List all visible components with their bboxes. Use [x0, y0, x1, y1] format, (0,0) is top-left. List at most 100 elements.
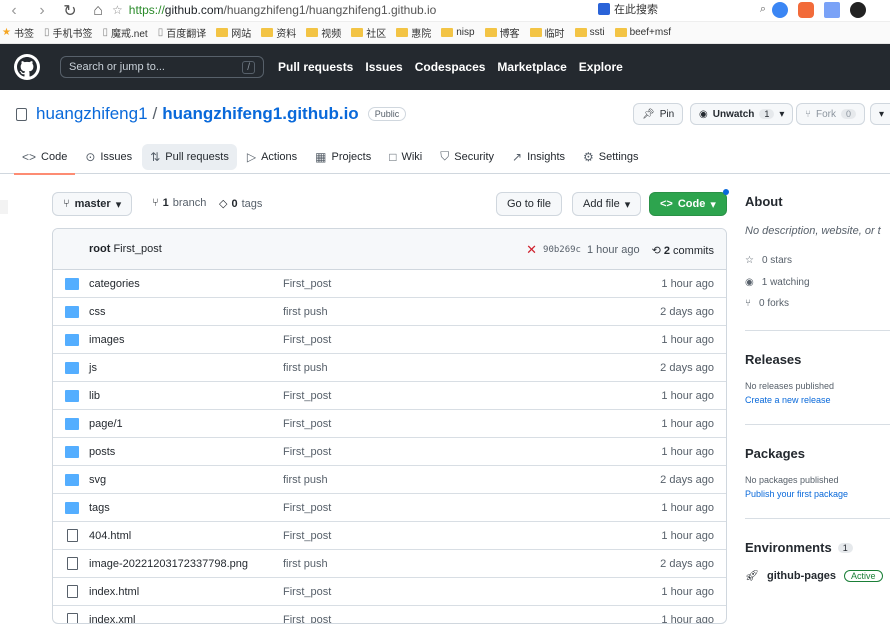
github-logo-icon[interactable] [14, 54, 40, 80]
tab-code[interactable]: <> Code [14, 144, 76, 175]
tab-issues[interactable]: ⊙ Issues [77, 144, 140, 170]
file-row[interactable]: css first push 2 days ago [53, 298, 726, 326]
reload-icon[interactable]: ↻ [56, 1, 84, 21]
tab-pull-requests[interactable]: ⇅ Pull requests [142, 143, 237, 170]
create-release-link[interactable]: Create a new release [745, 395, 831, 405]
file-row[interactable]: 404.html First_post 1 hour ago [53, 522, 726, 550]
forks-link[interactable]: ⑂ 0 forks [745, 298, 789, 309]
bookmark-item[interactable]: 资料 [261, 25, 296, 40]
home-icon[interactable]: ⌂ [84, 2, 112, 20]
file-row[interactable]: image-20221203172337798.png first push 2 d… [53, 550, 726, 578]
failed-status-icon[interactable]: ✕ [526, 242, 537, 258]
file-commit-message[interactable]: First_post [283, 390, 331, 402]
bookmark-item[interactable]: 网站 [216, 25, 251, 40]
file-name-link[interactable]: index.html [89, 586, 139, 598]
header-nav-explore[interactable]: Explore [579, 60, 623, 74]
file-name-link[interactable]: images [89, 334, 124, 346]
environment-item[interactable]: 🚀︎ github-pages Active [745, 569, 883, 582]
unwatch-button[interactable]: ◉ Unwatch 1 ▾ [690, 103, 794, 125]
commits-link[interactable]: ⟲ 2 commits [652, 244, 714, 257]
bookmark-item[interactable]: 临时 [529, 25, 565, 40]
go-to-file-button[interactable]: Go to file [496, 192, 563, 216]
file-name-link[interactable]: page/1 [89, 418, 123, 430]
header-nav-marketplace[interactable]: Marketplace [497, 60, 566, 74]
file-row[interactable]: images First_post 1 hour ago [53, 326, 726, 354]
file-commit-message[interactable]: first push [283, 306, 328, 318]
header-nav-codespaces[interactable]: Codespaces [415, 60, 486, 74]
environments-title[interactable]: Environments 1 [745, 540, 853, 555]
file-row[interactable]: index.html First_post 1 hour ago [53, 578, 726, 606]
commit-author[interactable]: root [89, 243, 110, 255]
file-commit-message[interactable]: First_post [283, 446, 331, 458]
header-nav-pull-requests[interactable]: Pull requests [278, 60, 353, 74]
file-row[interactable]: page/1 First_post 1 hour ago [53, 410, 726, 438]
file-row[interactable]: categories First_post 1 hour ago [53, 270, 726, 298]
file-name-link[interactable]: svg [89, 474, 106, 486]
file-name-link[interactable]: 404.html [89, 530, 131, 542]
bookmark-item[interactable]: 视频 [306, 25, 341, 40]
file-name-link[interactable]: index.xml [89, 614, 135, 623]
extension-icon[interactable] [772, 2, 788, 18]
repo-owner-link[interactable]: huangzhifeng1 [36, 104, 148, 124]
file-row[interactable]: tags First_post 1 hour ago [53, 494, 726, 522]
file-commit-message[interactable]: First_post [283, 278, 331, 290]
address-bar[interactable]: ☆ https://github.com/huangzhifeng1/huang… [112, 0, 588, 20]
forward-arrow-icon[interactable]: › [28, 2, 56, 20]
bookmark-item[interactable]: ssti [574, 27, 605, 38]
tab-actions[interactable]: ▷ Actions [239, 144, 305, 170]
extension-icon[interactable] [798, 2, 814, 18]
file-name-link[interactable]: categories [89, 278, 140, 290]
file-commit-message[interactable]: First_post [283, 334, 331, 346]
search-icon[interactable]: ⌕ [760, 3, 766, 16]
bookmark-item[interactable]: 博客 [484, 25, 520, 40]
add-file-button[interactable]: Add file ▾ [572, 192, 642, 216]
branches-link[interactable]: ⑂ 1 branch [152, 197, 206, 209]
header-nav-issues[interactable]: Issues [365, 60, 402, 74]
file-commit-message[interactable]: First_post [283, 502, 331, 514]
file-commit-message[interactable]: First_post [283, 418, 331, 430]
file-commit-message[interactable]: First_post [283, 586, 331, 598]
fork-button[interactable]: ⑂ Fork 0 [796, 103, 866, 125]
browser-search-input[interactable]: 在此搜索 [614, 1, 658, 17]
bookmark-item[interactable]: ▯ 手机书签 [44, 25, 93, 40]
file-row[interactable]: posts First_post 1 hour ago [53, 438, 726, 466]
github-search-input[interactable]: Search or jump to... / [60, 56, 264, 78]
file-commit-message[interactable]: First_post [283, 530, 331, 542]
tab-security[interactable]: ⛉ Security [432, 144, 502, 170]
bookmark-star-icon[interactable]: ☆ [112, 3, 123, 17]
branch-select-button[interactable]: ⑂ master ▾ [52, 192, 133, 216]
file-name-link[interactable]: lib [89, 390, 100, 402]
commit-message[interactable]: First_post [113, 243, 161, 255]
file-row[interactable]: js first push 2 days ago [53, 354, 726, 382]
file-commit-message[interactable]: first push [283, 362, 328, 374]
back-arrow-icon[interactable]: ‹ [0, 2, 28, 20]
repo-name-link[interactable]: huangzhifeng1.github.io [162, 104, 358, 124]
file-row[interactable]: index.xml First_post 1 hour ago [53, 606, 726, 623]
tab-wiki[interactable]: □ Wiki [381, 144, 430, 170]
stars-link[interactable]: ☆ 0 stars [745, 255, 792, 266]
bookmark-item[interactable]: ★ 书签 [2, 25, 34, 40]
bookmark-item[interactable]: 社区 [351, 25, 386, 40]
tab-projects[interactable]: ▦ Projects [307, 144, 379, 170]
file-name-link[interactable]: js [89, 362, 97, 374]
bookmark-item[interactable]: nisp [441, 27, 475, 38]
file-row[interactable]: lib First_post 1 hour ago [53, 382, 726, 410]
code-button[interactable]: <> Code ▾ [649, 192, 727, 216]
commit-sha[interactable]: 90b269c [543, 245, 581, 255]
file-name-link[interactable]: css [89, 306, 106, 318]
extension-icon[interactable] [824, 2, 840, 18]
file-name-link[interactable]: posts [89, 446, 115, 458]
bookmark-item[interactable]: ▯ 百度翻译 [158, 25, 207, 40]
file-commit-message[interactable]: first push [283, 474, 328, 486]
bookmark-item[interactable]: beef+msf [614, 27, 671, 38]
fork-dropdown-button[interactable]: ▾ [870, 103, 890, 125]
tab-insights[interactable]: ↗ Insights [504, 144, 573, 170]
watching-link[interactable]: ◉ 1 watching [745, 277, 810, 288]
file-row[interactable]: svg first push 2 days ago [53, 466, 726, 494]
bookmark-item[interactable]: ▯ 魔戒.net [102, 25, 147, 40]
releases-title[interactable]: Releases [745, 352, 801, 367]
file-name-link[interactable]: tags [89, 502, 110, 514]
bookmark-item[interactable]: 惠院 [396, 25, 431, 40]
file-commit-message[interactable]: first push [283, 558, 328, 570]
extension-icon[interactable] [850, 2, 866, 18]
